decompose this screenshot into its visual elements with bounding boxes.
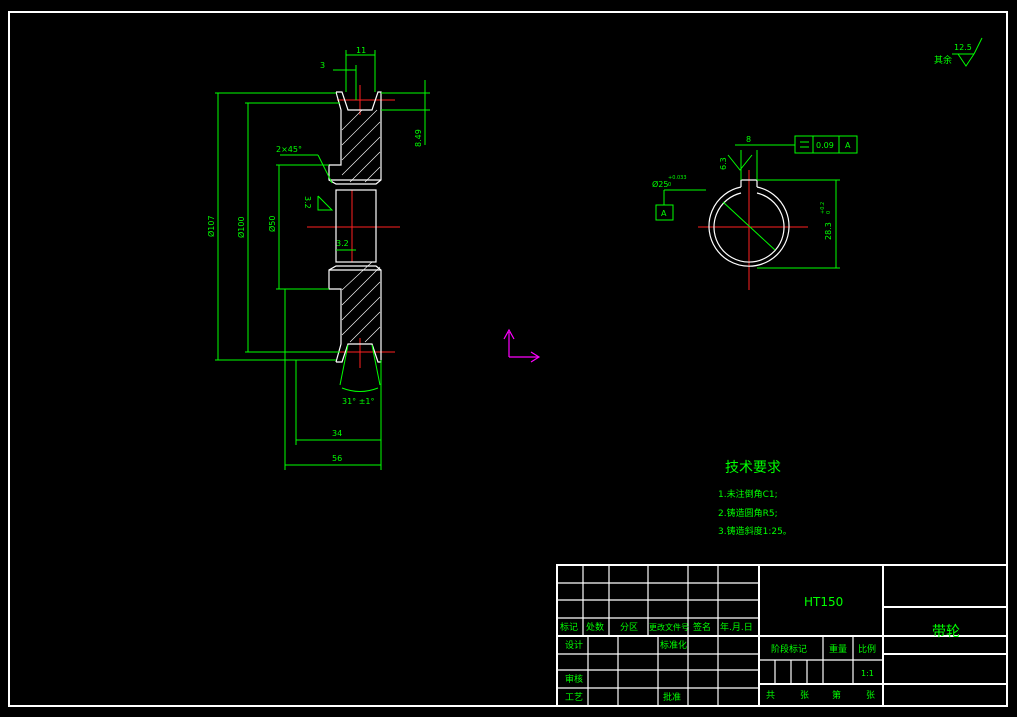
roughness-label: 其余 [934, 54, 952, 66]
tb-weight: 重量 [829, 643, 847, 655]
tb-material: HT150 [804, 595, 843, 609]
tb-sign: 签名 [693, 621, 711, 633]
dim-w11: 11 [356, 46, 366, 55]
dim-roughness-6-3: 6.3 [719, 157, 728, 170]
dim-w3: 3 [320, 61, 325, 70]
dim-bore: Ø25 [652, 179, 668, 189]
tech-item-1: 1.未注倒角C1; [718, 488, 778, 500]
tb-zone: 分区 [620, 622, 638, 633]
tb-check: 审核 [565, 673, 583, 685]
dim-w56: 56 [332, 454, 342, 463]
dim-angle: 31° ±1° [342, 397, 375, 406]
tb-sheets-2: 张 [866, 690, 875, 701]
tb-part-name: 带轮 [932, 624, 960, 640]
dim-keyway-tol-lower: 0 [826, 211, 832, 214]
tolerance-datum-ref: A [845, 141, 851, 150]
tb-total: 共 [766, 690, 775, 701]
dim-d107: Ø107 [206, 215, 216, 237]
tb-page: 第 [832, 689, 841, 701]
tb-design: 设计 [565, 639, 583, 651]
tb-process: 工艺 [565, 692, 583, 703]
tb-sheets: 张 [800, 690, 809, 701]
tolerance-value: 0.09 [816, 141, 834, 150]
dim-bore-tol-lower: 0 [668, 182, 671, 188]
tb-count: 处数 [586, 621, 604, 633]
tb-date: 年.月.日 [720, 621, 753, 633]
technical-requirements: 技术要求 1.未注倒角C1; 2.铸造圆角R5; 3.铸造斜度1:25。 [718, 460, 792, 537]
tb-approve: 批准 [663, 691, 681, 703]
dim-chamfer: 2×45° [276, 145, 302, 154]
tb-stage: 阶段标记 [771, 643, 807, 655]
dim-d100: Ø100 [236, 216, 246, 238]
tech-item-2: 2.铸造圆角R5; [718, 507, 778, 519]
drawing-canvas: Ø107 Ø100 Ø50 11 3 8.49 2×45° 3.2 3.2 31… [8, 11, 1008, 707]
general-roughness: 其余 12.5 [934, 37, 983, 67]
tb-mark: 标记 [560, 621, 578, 633]
tb-scale-value: 1:1 [861, 669, 874, 678]
tb-standard: 标准化 [660, 639, 687, 651]
roughness-value: 12.5 [954, 43, 972, 52]
dim-roughness-a: 3.2 [303, 196, 312, 209]
ucs-icon [503, 328, 541, 363]
tb-docno: 更改文件号 [649, 622, 689, 632]
drawing-border [8, 11, 1008, 707]
dim-w34: 34 [332, 429, 342, 438]
tech-title: 技术要求 [725, 460, 781, 476]
dim-h8-49: 8.49 [414, 129, 423, 147]
dim-key-width: 8 [746, 135, 751, 144]
bore-section-view: 8 6.3 0.09 A Ø25 +0.033 0 A 28.3 +0.2 0 [652, 135, 858, 290]
datum-label: A [661, 209, 667, 218]
dim-d50: Ø50 [267, 216, 277, 232]
title-block: HT150 带轮 标记 处数 分区 更改文件号 签名 年.月.日 设计 标准化 … [556, 564, 1008, 707]
tb-scale: 比例 [858, 643, 876, 655]
section-hatch [341, 109, 381, 343]
dim-keyway-depth: 28.3 [824, 222, 833, 240]
dim-bore-tol-upper: +0.033 [668, 175, 687, 181]
tech-item-3: 3.铸造斜度1:25。 [718, 525, 792, 537]
dim-roughness-b: 3.2 [336, 239, 349, 248]
pulley-section-view: Ø107 Ø100 Ø50 11 3 8.49 2×45° 3.2 3.2 31… [206, 46, 430, 470]
